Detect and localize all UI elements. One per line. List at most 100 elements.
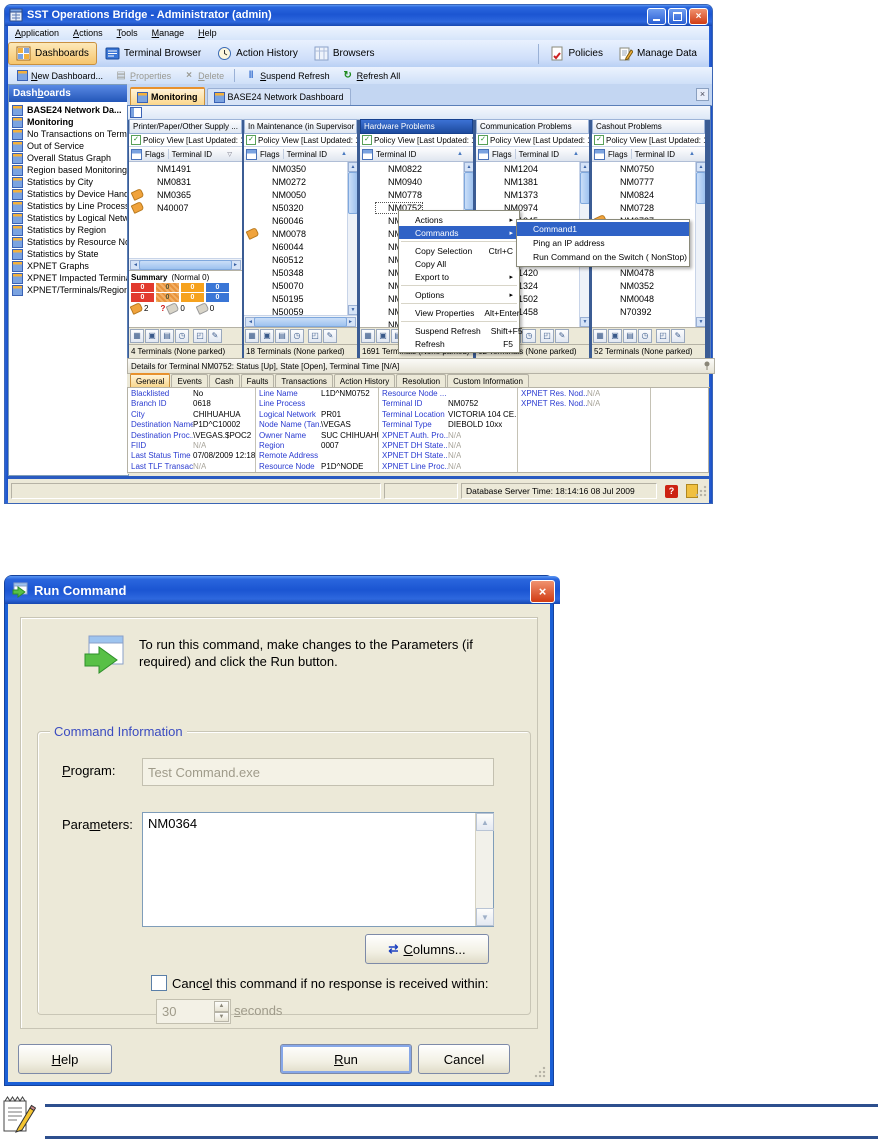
- copy-view-icon[interactable]: [145, 329, 159, 343]
- policy-view-bar[interactable]: Policy View [Last Updated: 12:: [476, 134, 589, 147]
- history-icon[interactable]: [522, 329, 536, 343]
- timeout-spinner[interactable]: 30: [156, 999, 231, 1024]
- grid-header[interactable]: Flags Terminal ID: [476, 147, 589, 162]
- sidebar-item[interactable]: XPNET/Terminals/Region-...: [9, 284, 128, 296]
- stack-view-icon[interactable]: [160, 329, 174, 343]
- horizontal-scrollbar[interactable]: [129, 258, 242, 270]
- terminal-row[interactable]: N60046: [244, 214, 357, 227]
- policy-view-bar[interactable]: Policy View [Last Updated: 12:27: [244, 134, 357, 147]
- terminal-row[interactable]: NM0824: [592, 188, 705, 201]
- export-icon[interactable]: [540, 329, 554, 343]
- menu-item-copy-all[interactable]: Copy All: [399, 257, 519, 270]
- column-header[interactable]: Cashout Problems: [592, 119, 705, 134]
- terminal-row[interactable]: N60512: [244, 253, 357, 266]
- terminal-row[interactable]: NM1491: [129, 162, 242, 175]
- terminal-row[interactable]: NM0272: [244, 175, 357, 188]
- column-header-selected[interactable]: Hardware Problems: [360, 119, 473, 134]
- cancel-timeout-checkbox[interactable]: [151, 975, 167, 991]
- minimize-button[interactable]: [647, 8, 666, 25]
- vertical-scrollbar[interactable]: [347, 162, 357, 315]
- terminal-row[interactable]: NM0050: [244, 188, 357, 201]
- details-tab[interactable]: Custom Information: [447, 374, 529, 387]
- run-button[interactable]: Run: [280, 1044, 412, 1074]
- grid-header[interactable]: Terminal ID: [360, 147, 473, 162]
- terminal-id-column-header[interactable]: Terminal ID: [172, 150, 212, 159]
- maximize-button[interactable]: [668, 8, 687, 25]
- sidebar-item[interactable]: Statistics by Region: [9, 224, 128, 236]
- edit-icon[interactable]: [555, 329, 569, 343]
- sidebar-item[interactable]: BASE24 Network Da...: [9, 104, 128, 116]
- terminal-row[interactable]: N50195: [244, 292, 357, 305]
- scrollbar-thumb[interactable]: [139, 260, 232, 270]
- terminal-row[interactable]: NM0728: [592, 201, 705, 214]
- scroll-down-icon[interactable]: [580, 317, 589, 327]
- menu-item-suspend-refresh[interactable]: Suspend Refresh Shift+F5: [399, 324, 519, 337]
- history-icon[interactable]: [175, 329, 189, 343]
- flags-column-header[interactable]: Flags: [145, 150, 165, 159]
- terminal-row[interactable]: N70392: [592, 305, 705, 318]
- details-tab[interactable]: Events: [171, 374, 207, 387]
- scrollbar-thumb[interactable]: [464, 172, 473, 210]
- tab-monitoring[interactable]: Monitoring: [130, 87, 205, 105]
- terminal-row[interactable]: NM0478: [592, 266, 705, 279]
- sidebar-item[interactable]: XPNET Impacted Terminal...: [9, 272, 128, 284]
- details-tab[interactable]: Action History: [334, 374, 395, 387]
- menu-item-actions[interactable]: Actions: [399, 213, 519, 226]
- export-icon[interactable]: [656, 329, 670, 343]
- flags-column-header[interactable]: Flags: [260, 150, 280, 159]
- terminal-row[interactable]: NM1381: [476, 175, 589, 188]
- terminal-browser-button[interactable]: Terminal Browser: [97, 42, 209, 65]
- scroll-up-icon[interactable]: [476, 813, 494, 831]
- terminal-row[interactable]: NM0940: [360, 175, 473, 188]
- spin-down-icon[interactable]: [214, 1012, 229, 1023]
- menu-actions[interactable]: Actions: [66, 28, 110, 38]
- program-field[interactable]: Test Command.exe: [142, 758, 494, 786]
- dialog-resize-grip[interactable]: [534, 1066, 546, 1078]
- policy-view-bar[interactable]: Policy View [Last Updated: 12: [592, 134, 705, 147]
- sidebar-item[interactable]: No Transactions on Termin...: [9, 128, 128, 140]
- grid-view-icon[interactable]: [593, 329, 607, 343]
- menu-item-copy-selection[interactable]: Copy Selection Ctrl+C: [399, 244, 519, 257]
- sidebar-item[interactable]: Statistics by Logical Network: [9, 212, 128, 224]
- properties-button[interactable]: Properties: [110, 69, 176, 83]
- sidebar-item[interactable]: Statistics by State: [9, 248, 128, 260]
- grid-header[interactable]: Flags Terminal ID: [592, 147, 705, 162]
- terminal-row[interactable]: NM1204: [476, 162, 589, 175]
- column-header[interactable]: Printer/Paper/Other Supply ...: [129, 119, 242, 134]
- terminal-id-column-header[interactable]: Terminal ID: [376, 150, 416, 159]
- terminal-row[interactable]: NM0078: [244, 227, 357, 240]
- terminal-row[interactable]: N50348: [244, 266, 357, 279]
- terminal-row[interactable]: NM0048: [592, 292, 705, 305]
- cancel-button[interactable]: Cancel: [418, 1044, 510, 1074]
- policies-button[interactable]: Policies: [542, 42, 610, 65]
- menu-item-commands[interactable]: Commands: [399, 226, 519, 239]
- pin-icon[interactable]: [703, 361, 711, 371]
- menu-item-command1[interactable]: Command1: [517, 222, 689, 236]
- terminal-row[interactable]: N50059: [244, 305, 357, 315]
- terminal-row[interactable]: NM0778: [360, 188, 473, 201]
- terminal-row[interactable]: NM0750: [592, 162, 705, 175]
- action-history-button[interactable]: Action History: [209, 42, 306, 65]
- terminal-row[interactable]: NM0831: [129, 175, 242, 188]
- copy-view-icon[interactable]: [376, 329, 390, 343]
- edit-icon[interactable]: [208, 329, 222, 343]
- grid-header[interactable]: Flags Terminal ID: [244, 147, 357, 162]
- history-icon[interactable]: [638, 329, 652, 343]
- sidebar-item[interactable]: Overall Status Graph: [9, 152, 128, 164]
- horizontal-scrollbar[interactable]: [244, 315, 357, 327]
- close-tab-button[interactable]: ×: [696, 88, 709, 101]
- sidebar-item[interactable]: Statistics by Resource Node: [9, 236, 128, 248]
- menu-item-options[interactable]: Options: [399, 288, 519, 301]
- close-button[interactable]: [689, 8, 708, 25]
- stack-view-icon[interactable]: [623, 329, 637, 343]
- grid-header[interactable]: Flags Terminal ID: [129, 147, 242, 162]
- scroll-up-icon[interactable]: [348, 162, 357, 172]
- dashboards-button[interactable]: Dashboards: [8, 42, 97, 65]
- terminal-row[interactable]: NM0777: [592, 175, 705, 188]
- scroll-down-icon[interactable]: [348, 305, 357, 315]
- policy-view-bar[interactable]: Policy View [Last Updated: 1:: [360, 134, 473, 147]
- scroll-up-icon[interactable]: [464, 162, 473, 172]
- tab-base24-network-dashboard[interactable]: BASE24 Network Dashboard: [207, 88, 351, 105]
- column-header[interactable]: Communication Problems: [476, 119, 589, 134]
- scroll-up-icon[interactable]: [696, 162, 705, 172]
